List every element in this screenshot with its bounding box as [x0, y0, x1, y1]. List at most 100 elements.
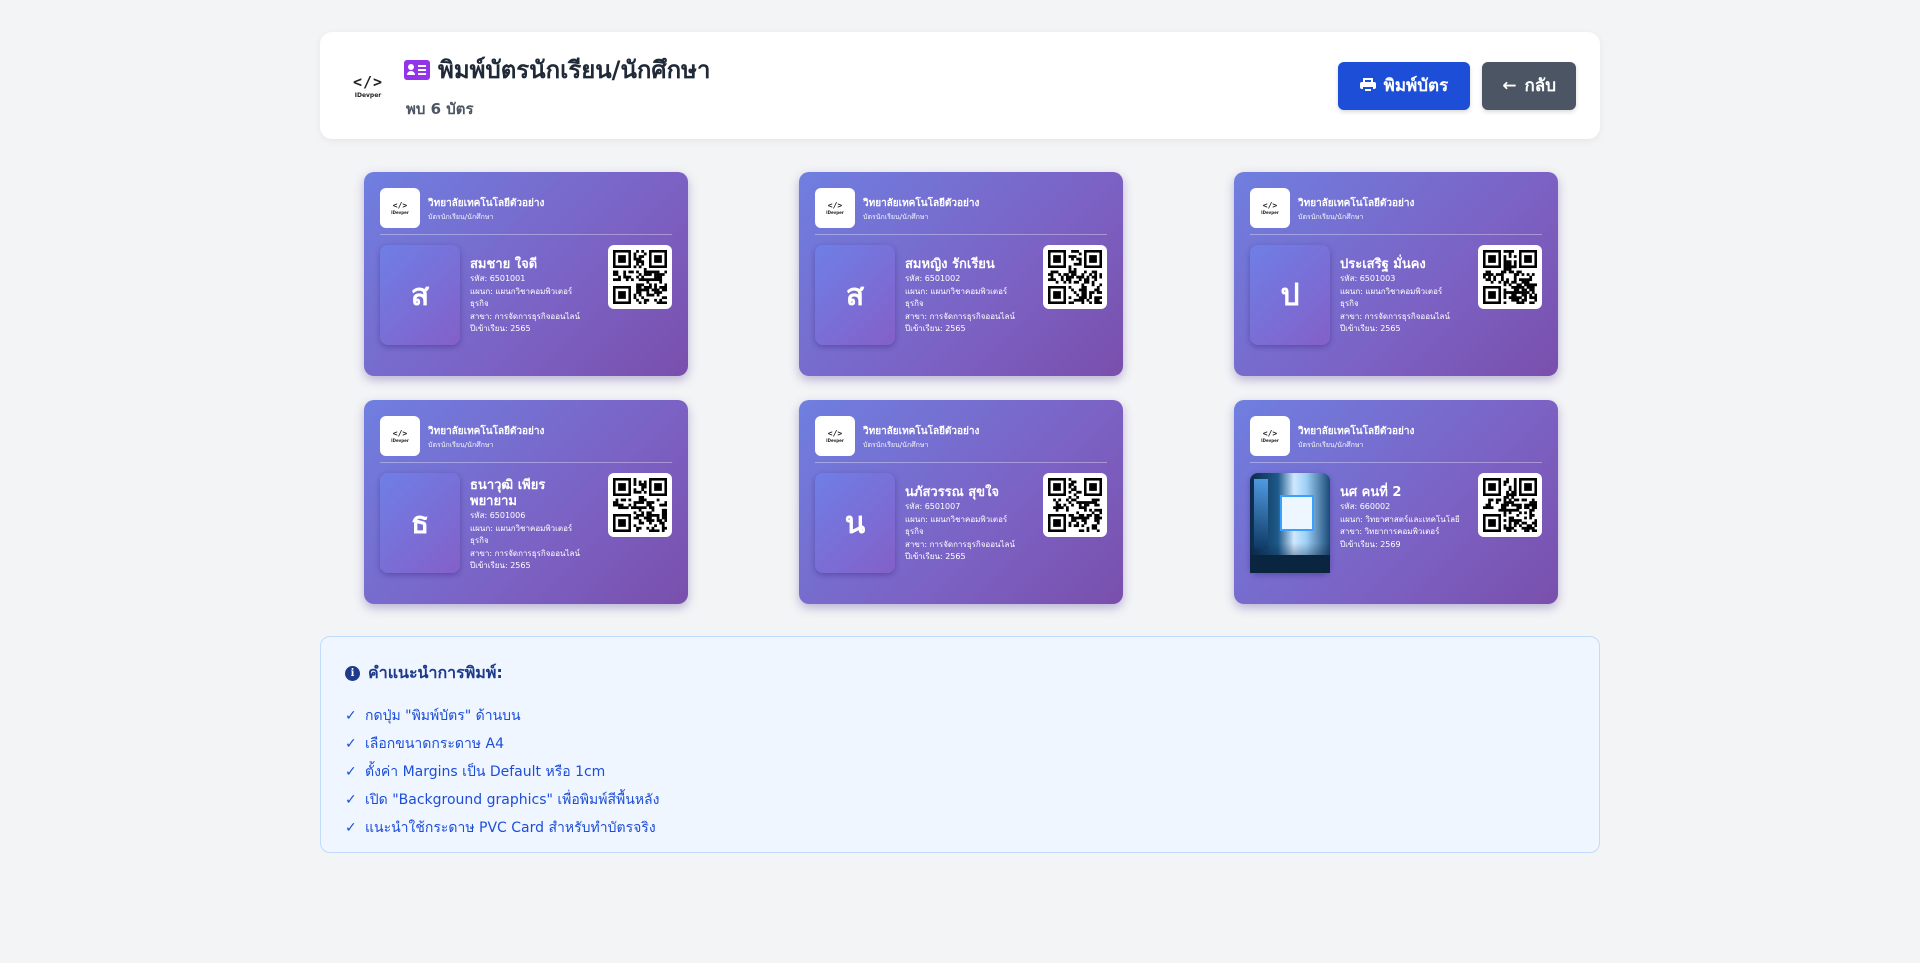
card-logo: </> IDevper: [380, 188, 420, 228]
student-code: รหัส: 6501007: [905, 502, 961, 511]
print-button-label: พิมพ์บัตร: [1383, 76, 1449, 96]
instructions-title: i คำแนะนำการพิมพ์:: [345, 661, 1575, 686]
card-logo-code: </>: [827, 201, 843, 210]
student-name: นศ คนที่ 2: [1340, 485, 1402, 500]
student-info: นภัสวรรณ สุขใจ รหัส: 6501007 แผนก: แผนกว…: [905, 485, 1025, 564]
student-year: ปีเข้าเรียน: 2565: [905, 324, 966, 333]
student-code: รหัส: 6501001: [470, 274, 526, 283]
card-header: </> IDevper วิทยาลัยเทคโนโลยีตัวอย่าง บั…: [815, 188, 1107, 235]
card-logo-brand: IDevper: [391, 438, 409, 443]
qr-code: [1483, 478, 1537, 532]
student-department: แผนก: แผนกวิชาคอมพิวเตอร์ธุรกิจ: [905, 286, 1008, 309]
student-initial: ส: [815, 245, 895, 345]
student-code: รหัส: 6501006: [470, 511, 526, 520]
card-org-name: วิทยาลัยเทคโนโลยีตัวอย่าง: [1298, 198, 1415, 209]
card-org-name: วิทยาลัยเทคโนโลยีตัวอย่าง: [1298, 426, 1415, 437]
student-photo: [1250, 473, 1330, 573]
qr-code: [613, 478, 667, 532]
header-titles: พิมพ์บัตรนักเรียน/นักศึกษา พบ 6 บัตร: [404, 50, 1338, 121]
instruction-item: ✓ เปิด "Background graphics" เพื่อพิมพ์สี…: [345, 786, 1575, 814]
card-logo: </> IDevper: [380, 416, 420, 456]
logo-brand: IDevper: [354, 91, 382, 99]
instruction-item: ✓ เลือกขนาดกระดาษ A4: [345, 730, 1575, 758]
student-id-card: </> IDevper วิทยาลัยเทคโนโลยีตัวอย่าง บั…: [364, 400, 688, 604]
card-logo-brand: IDevper: [391, 210, 409, 215]
instruction-text: เลือกขนาดกระดาษ A4: [365, 736, 504, 752]
check-icon: ✓: [345, 708, 357, 724]
student-major: สาขา: การจัดการธุรกิจออนไลน์: [470, 311, 580, 321]
student-department: แผนก: แผนกวิชาคอมพิวเตอร์ธุรกิจ: [470, 523, 573, 546]
page-header: </> IDevper พิมพ์บัตรนักเรียน/นักศึกษา พ…: [320, 32, 1600, 139]
qr-code-box: [1043, 473, 1107, 537]
card-logo-code: </>: [1262, 201, 1278, 210]
student-code: รหัส: 6501003: [1340, 274, 1396, 283]
student-major: สาขา: การจัดการธุรกิจออนไลน์: [905, 539, 1015, 549]
page-container: </> IDevper พิมพ์บัตรนักเรียน/นักศึกษา พ…: [320, 32, 1600, 853]
card-logo: </> IDevper: [1250, 188, 1290, 228]
student-department: แผนก: แผนกวิชาคอมพิวเตอร์ธุรกิจ: [470, 286, 573, 309]
card-org-name: วิทยาลัยเทคโนโลยีตัวอย่าง: [863, 426, 980, 437]
qr-code: [613, 250, 667, 304]
student-name: ธนาวุฒิ เพียรพยายาม: [470, 478, 546, 509]
card-logo-code: </>: [827, 429, 843, 438]
card-header: </> IDevper วิทยาลัยเทคโนโลยีตัวอย่าง บั…: [1250, 188, 1542, 235]
card-header: </> IDevper วิทยาลัยเทคโนโลยีตัวอย่าง บั…: [1250, 416, 1542, 463]
card-header: </> IDevper วิทยาลัยเทคโนโลยีตัวอย่าง บั…: [815, 416, 1107, 463]
check-icon: ✓: [345, 820, 357, 836]
card-logo-brand: IDevper: [1261, 210, 1279, 215]
student-info: ธนาวุฒิ เพียรพยายาม รหัส: 6501006 แผนก: …: [470, 478, 590, 573]
logo-code: </>: [352, 72, 384, 91]
card-type: บัตรนักเรียน/นักศึกษา: [863, 441, 929, 449]
card-logo-code: </>: [392, 201, 408, 210]
card-logo-brand: IDevper: [826, 438, 844, 443]
student-name: ประเสริฐ มั่นคง: [1340, 257, 1426, 272]
student-major: สาขา: การจัดการธุรกิจออนไลน์: [470, 548, 580, 558]
student-year: ปีเข้าเรียน: 2565: [470, 561, 531, 570]
instructions-title-text: คำแนะนำการพิมพ์:: [368, 663, 503, 682]
title-row: พิมพ์บัตรนักเรียน/นักศึกษา: [404, 50, 1338, 89]
info-icon: i: [345, 666, 360, 681]
site-logo: </> IDevper: [350, 73, 386, 99]
card-org-name: วิทยาลัยเทคโนโลยีตัวอย่าง: [863, 198, 980, 209]
student-major: สาขา: วิทยาการคอมพิวเตอร์: [1340, 527, 1440, 536]
card-logo-code: </>: [1262, 429, 1278, 438]
qr-code: [1048, 478, 1102, 532]
student-id-card: </> IDevper วิทยาลัยเทคโนโลยีตัวอย่าง บั…: [1234, 172, 1558, 376]
card-logo: </> IDevper: [1250, 416, 1290, 456]
qr-code-box: [1478, 245, 1542, 309]
card-type: บัตรนักเรียน/นักศึกษา: [1298, 441, 1364, 449]
card-count: พบ 6 บัตร: [406, 100, 474, 118]
student-major: สาขา: การจัดการธุรกิจออนไลน์: [1340, 311, 1450, 321]
student-name: นภัสวรรณ สุขใจ: [905, 485, 1000, 500]
student-code: รหัส: 6501002: [905, 274, 961, 283]
check-icon: ✓: [345, 736, 357, 752]
student-id-card: </> IDevper วิทยาลัยเทคโนโลยีตัวอย่าง บั…: [799, 400, 1123, 604]
back-button[interactable]: ← กลับ: [1482, 61, 1576, 110]
student-name: สมหญิง รักเรียน: [905, 257, 995, 272]
qr-code-box: [1478, 473, 1542, 537]
student-initial: น: [815, 473, 895, 573]
student-id-card: </> IDevper วิทยาลัยเทคโนโลยีตัวอย่าง บั…: [364, 172, 688, 376]
print-button[interactable]: พิมพ์บัตร: [1337, 61, 1471, 110]
instruction-text: แนะนำใช้กระดาษ PVC Card สำหรับทำบัตรจริง: [365, 820, 656, 836]
instruction-item: ✓ ตั้งค่า Margins เป็น Default หรือ 1cm: [345, 758, 1575, 786]
instruction-text: ตั้งค่า Margins เป็น Default หรือ 1cm: [365, 764, 606, 780]
student-info: ประเสริฐ มั่นคง รหัส: 6501003 แผนก: แผนก…: [1340, 257, 1460, 336]
printer-icon: [1359, 78, 1376, 93]
instructions-list: ✓ กดปุ่ม "พิมพ์บัตร" ด้านบน ✓ เลือกขนาดกระด…: [345, 702, 1575, 842]
student-major: สาขา: การจัดการธุรกิจออนไลน์: [905, 311, 1015, 321]
student-year: ปีเข้าเรียน: 2565: [470, 324, 531, 333]
card-grid: </> IDevper วิทยาลัยเทคโนโลยีตัวอย่าง บั…: [364, 172, 1558, 604]
check-icon: ✓: [345, 764, 357, 780]
card-type: บัตรนักเรียน/นักศึกษา: [863, 213, 929, 221]
back-button-label: กลับ: [1524, 76, 1556, 96]
instruction-item: ✓ กดปุ่ม "พิมพ์บัตร" ด้านบน: [345, 702, 1575, 730]
student-department: แผนก: แผนกวิชาคอมพิวเตอร์ธุรกิจ: [1340, 286, 1443, 309]
student-info: สมหญิง รักเรียน รหัส: 6501002 แผนก: แผนก…: [905, 257, 1025, 336]
card-org-name: วิทยาลัยเทคโนโลยีตัวอย่าง: [428, 426, 545, 437]
student-year: ปีเข้าเรียน: 2569: [1340, 539, 1401, 549]
print-instructions: i คำแนะนำการพิมพ์: ✓ กดปุ่ม "พิมพ์บัตร" ด…: [320, 636, 1600, 853]
student-initial: ป: [1250, 245, 1330, 345]
card-logo-code: </>: [392, 429, 408, 438]
card-logo-brand: IDevper: [1261, 438, 1279, 443]
